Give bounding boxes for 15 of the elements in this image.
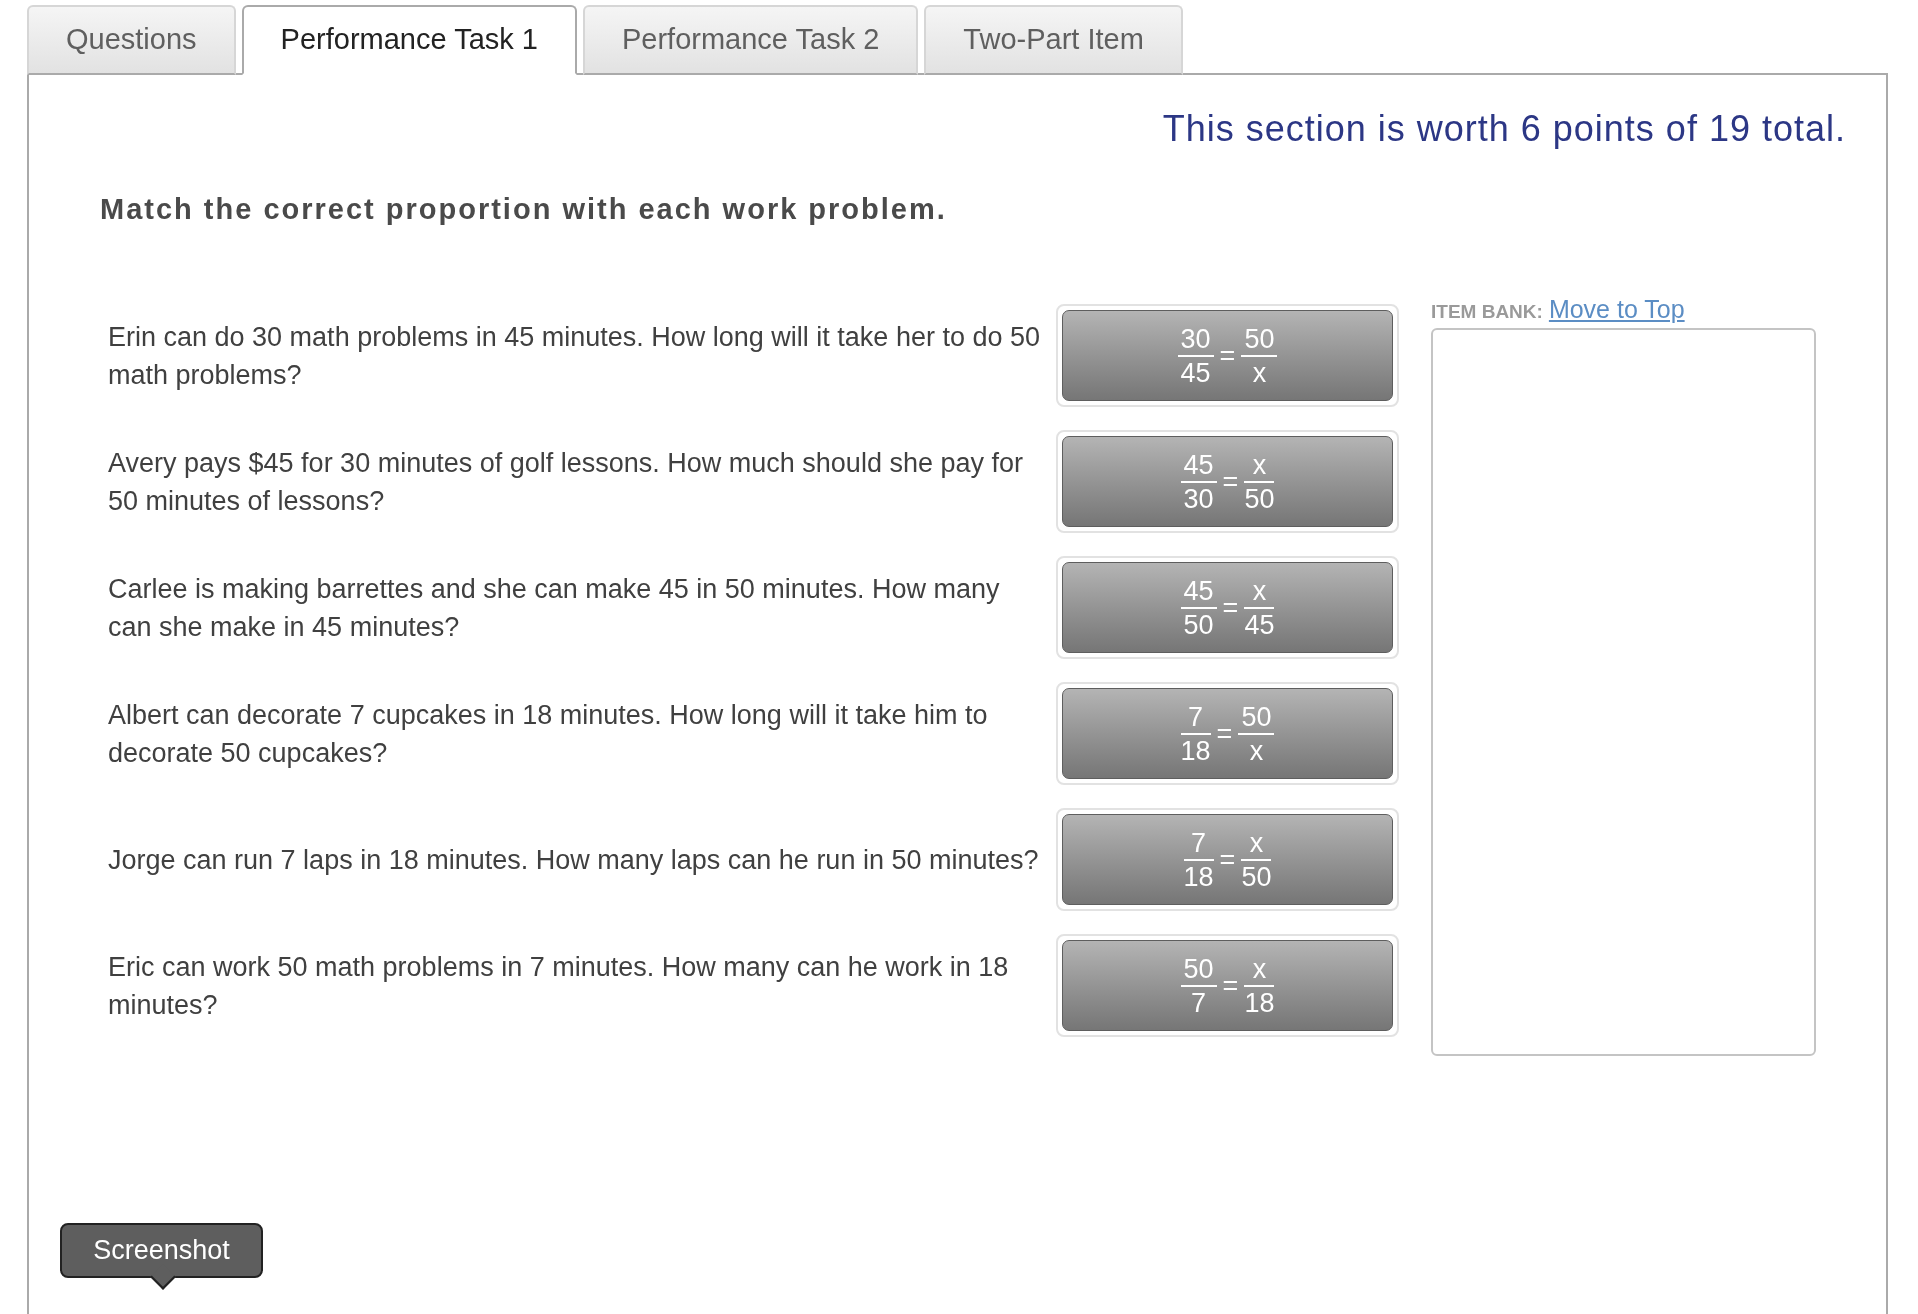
section-points-text: This section is worth 6 points of 19 total. — [1162, 109, 1846, 149]
instruction-text: Match the correct proportion with each work problem. — [100, 192, 947, 227]
problem-text: Albert can decorate 7 cupcakes in 18 minutes. How long will it take him to decorate 50 cupcakes? — [108, 698, 989, 770]
problem-text: Erin can do 30 math problems in 45 minutes. How long will it take her to do 50 math problems? — [108, 320, 1041, 392]
tab[interactable]: Performance Task 1 — [241, 5, 577, 75]
move-to-top-link[interactable]: Move to Top — [1548, 296, 1685, 322]
problem-text: Carlee is making barrettes and she can make 45 in 50 minutes. How many can she make in 45 minutes? — [108, 572, 1001, 644]
item-bank-label: ITEM BANK: — [1431, 300, 1543, 324]
screenshot-tooltip: Screenshot — [60, 1223, 263, 1290]
tab[interactable]: Performance Task 2 — [582, 5, 919, 75]
tab[interactable]: Two-Part Item — [924, 5, 1183, 75]
problem-text: Eric can work 50 math problems in 7 minutes. How many can he work in 18 minutes? — [108, 950, 1010, 1022]
problem-text: Avery pays $45 for 30 minutes of golf lessons. How much should she pay for 50 minutes of lessons? — [108, 446, 1024, 518]
tab[interactable]: Questions — [27, 5, 236, 75]
problem-text: Jorge can run 7 laps in 18 minutes. How many laps can he run in 50 minutes? — [108, 843, 1040, 877]
